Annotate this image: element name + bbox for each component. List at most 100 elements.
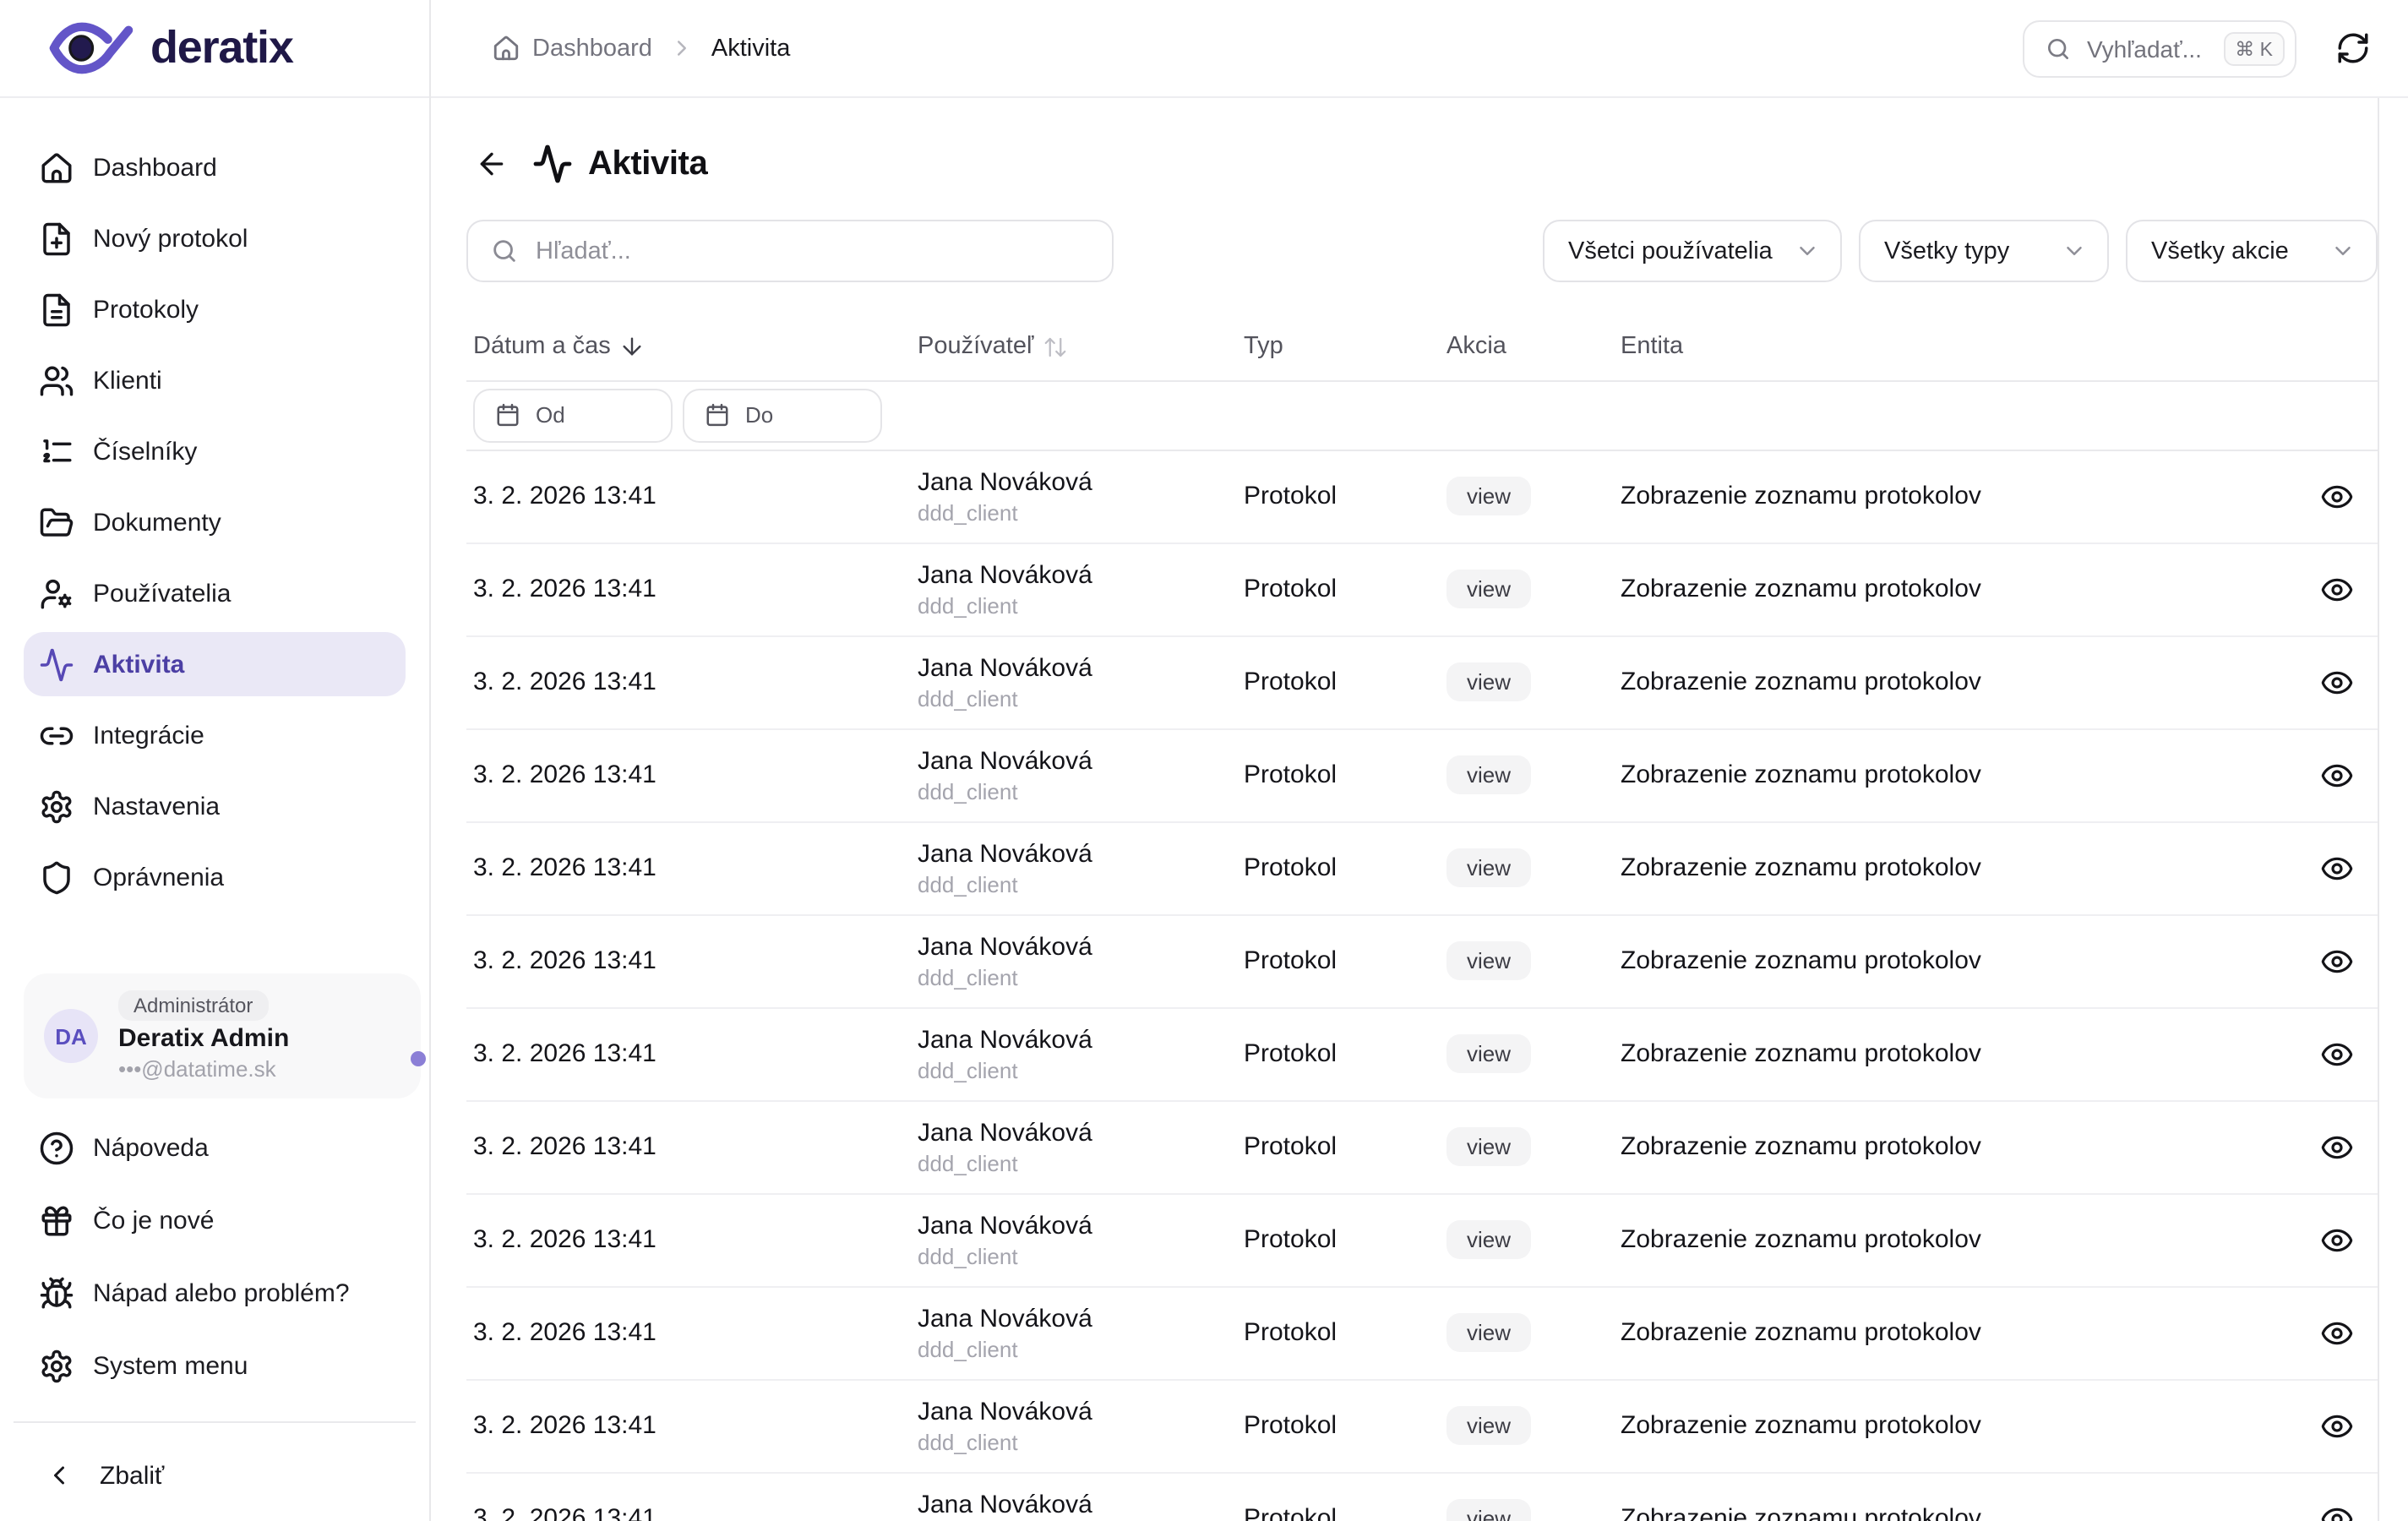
global-search-input[interactable]: Vyhľadať... ⌘ K (2023, 19, 2296, 77)
activity-table: Dátum a čas Používateľ Typ Akcia Entita (466, 313, 2378, 1521)
sidebar-item-ciselniky[interactable]: Číselníky (24, 419, 406, 483)
date-from-button[interactable]: Od (473, 389, 673, 443)
sidebar-item-label: Nápad alebo problém? (93, 1278, 350, 1307)
cell-datetime: 3. 2. 2026 13:41 (473, 1412, 918, 1441)
sidebar-item-label: Používatelia (93, 579, 231, 608)
brand-logo[interactable]: deratix (0, 0, 429, 98)
refresh-icon[interactable] (2334, 30, 2371, 67)
search-icon (2045, 35, 2072, 62)
cell-user: Jana Novákováddd_client (918, 1397, 1244, 1455)
cell-type: Protokol (1244, 575, 1446, 604)
filter-select-actions[interactable]: Všetky akcie (2126, 221, 2378, 283)
chevron-right-icon (669, 35, 695, 61)
sidebar-item-label: Dashboard (93, 153, 217, 182)
action-badge: view (1446, 477, 1531, 516)
table-row: 3. 2. 2026 13:41Jana Novákováddd_clientP… (466, 451, 2378, 544)
cell-datetime: 3. 2. 2026 13:41 (473, 1133, 918, 1162)
cell-type: Protokol (1244, 947, 1446, 976)
user-subtitle: ddd_client (918, 685, 1244, 711)
user-subtitle: ddd_client (918, 1429, 1244, 1455)
column-header-action[interactable]: Akcia (1446, 333, 1621, 360)
cell-user: Jana Novákováddd_client (918, 467, 1244, 526)
cell-datetime: 3. 2. 2026 13:41 (473, 1226, 918, 1255)
eye-icon[interactable] (2320, 666, 2354, 700)
sidebar-item-pouzivatelia[interactable]: Používatelia (24, 561, 406, 625)
column-header-user[interactable]: Používateľ (918, 333, 1244, 360)
cell-entity: Zobrazenie zoznamu protokolov (1621, 761, 2296, 790)
sidebar-item-integracie[interactable]: Integrácie (24, 703, 406, 767)
column-header-entity[interactable]: Entita (1621, 333, 2296, 360)
eye-icon[interactable] (2320, 852, 2354, 886)
chevron-down-icon (2330, 239, 2356, 264)
sidebar-item-aktivita[interactable]: Aktivita (24, 632, 406, 696)
user-subtitle: ddd_client (918, 1057, 1244, 1083)
cell-datetime: 3. 2. 2026 13:41 (473, 1319, 918, 1348)
cell-type: Protokol (1244, 1040, 1446, 1069)
column-header-type[interactable]: Typ (1244, 333, 1446, 360)
cell-entity: Zobrazenie zoznamu protokolov (1621, 1226, 2296, 1255)
eye-icon[interactable] (2320, 1502, 2354, 1521)
breadcrumb-dashboard[interactable]: Dashboard (492, 34, 652, 63)
calendar-icon (495, 403, 520, 428)
sidebar-nav: Dashboard Nový protokol Protokoly Klienti Čí… (0, 98, 429, 916)
app-viewport: deratix Dashboard Nový protokol Protokoly K… (0, 0, 2408, 1521)
sidebar-item-opravnenia[interactable]: Oprávnenia (24, 845, 406, 909)
table-row: 3. 2. 2026 13:41Jana Novákováddd_clientP… (466, 1474, 2378, 1521)
cell-entity: Zobrazenie zoznamu protokolov (1621, 947, 2296, 976)
filter-select-users[interactable]: Všetci používatelia (1543, 221, 1842, 283)
eye-icon[interactable] (2320, 1038, 2354, 1071)
user-card[interactable]: DA Administrátor Deratix Admin •••@datat… (24, 973, 421, 1098)
sidebar-item-dokumenty[interactable]: Dokumenty (24, 490, 406, 554)
sidebar-item-protokoly[interactable]: Protokoly (24, 277, 406, 341)
cell-entity: Zobrazenie zoznamu protokolov (1621, 1040, 2296, 1069)
action-badge: view (1446, 1035, 1531, 1074)
eye-icon[interactable] (2320, 759, 2354, 793)
sidebar-item-napad[interactable]: Nápad alebo problém? (24, 1261, 406, 1325)
sidebar-item-klienti[interactable]: Klienti (24, 348, 406, 412)
eye-icon[interactable] (2320, 945, 2354, 979)
activity-icon (37, 646, 74, 683)
filter-select-value: Všetci používatelia (1568, 238, 1773, 265)
sidebar-item-label: Nápoveda (93, 1133, 209, 1162)
eye-icon[interactable] (2320, 480, 2354, 514)
user-subtitle: ddd_client (918, 499, 1244, 526)
eye-icon[interactable] (2320, 1409, 2354, 1443)
action-badge: view (1446, 1221, 1531, 1260)
home-icon (37, 149, 74, 186)
folder-open-icon (37, 504, 74, 541)
sidebar-item-system-menu[interactable]: System menu (24, 1333, 406, 1398)
table-row: 3. 2. 2026 13:41Jana Novákováddd_clientP… (466, 1195, 2378, 1288)
cell-type: Protokol (1244, 1505, 1446, 1521)
column-header-datetime[interactable]: Dátum a čas (473, 333, 918, 360)
sidebar-item-napoveda[interactable]: Nápoveda (24, 1115, 406, 1180)
search-icon (490, 237, 519, 266)
cell-datetime: 3. 2. 2026 13:41 (473, 575, 918, 604)
role-badge: Administrátor (118, 990, 268, 1021)
user-subtitle: ddd_client (918, 1243, 1244, 1269)
date-to-button[interactable]: Do (683, 389, 882, 443)
user-subtitle: ddd_client (918, 871, 1244, 897)
file-plus-icon (37, 220, 74, 257)
eye-icon[interactable] (2320, 1317, 2354, 1350)
eye-icon[interactable] (2320, 1224, 2354, 1257)
filter-select-types[interactable]: Všetky typy (1859, 221, 2109, 283)
sidebar-item-label: Oprávnenia (93, 863, 224, 891)
action-badge: view (1446, 663, 1531, 702)
eye-icon[interactable] (2320, 573, 2354, 607)
cell-entity: Zobrazenie zoznamu protokolov (1621, 668, 2296, 697)
sidebar-item-novy-protokol[interactable]: Nový protokol (24, 206, 406, 270)
back-button[interactable] (466, 139, 517, 189)
cell-entity: Zobrazenie zoznamu protokolov (1621, 1505, 2296, 1521)
sidebar-item-co-je-nove[interactable]: Čo je nové (24, 1188, 406, 1252)
home-icon (492, 34, 520, 63)
user-subtitle: ddd_client (918, 1336, 1244, 1362)
collapse-sidebar-button[interactable]: Zbaliť (24, 1443, 406, 1507)
user-subtitle: ddd_client (918, 778, 1244, 804)
action-badge: view (1446, 942, 1531, 981)
table-row: 3. 2. 2026 13:41Jana Novákováddd_clientP… (466, 730, 2378, 823)
sidebar-item-dashboard[interactable]: Dashboard (24, 135, 406, 199)
link-icon (37, 717, 74, 754)
table-search-input[interactable]: Hľadať... (466, 221, 1114, 283)
eye-icon[interactable] (2320, 1131, 2354, 1164)
sidebar-item-nastavenia[interactable]: Nastavenia (24, 774, 406, 838)
